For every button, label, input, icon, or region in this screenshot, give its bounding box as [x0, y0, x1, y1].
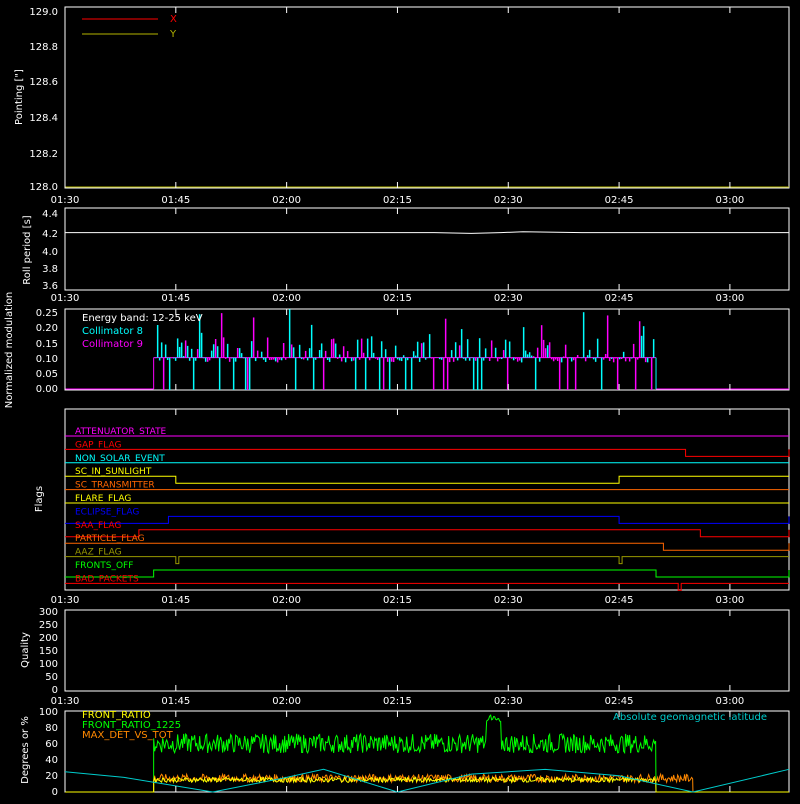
time-tick-label: 01:45 [161, 293, 190, 304]
roll-ytick: 4.2 [42, 229, 58, 240]
ratio-ylabel: Degrees or % [20, 716, 31, 784]
roll-ytick: 4.0 [42, 247, 58, 258]
time-tick-label: 02:00 [272, 696, 301, 707]
legend-x-label: X [170, 14, 177, 25]
time-tick-label: 01:45 [161, 696, 190, 707]
quality-ytick: 0 [52, 685, 58, 696]
time-tick-label: 01:30 [51, 293, 80, 304]
modulation-ytick: 0.15 [36, 339, 58, 350]
modulation-ytick: 0.10 [36, 354, 58, 365]
pointing-ytick: 129.0 [29, 7, 58, 18]
pointing-ytick: 128.4 [29, 113, 58, 124]
pointing-ytick: 128.0 [29, 182, 58, 193]
time-tick-label: 03:00 [715, 195, 744, 206]
time-tick-label: 01:30 [51, 696, 80, 707]
time-tick-label: 02:00 [272, 595, 301, 606]
pointing-ytick: 128.8 [29, 42, 58, 53]
time-tick-label: 02:15 [383, 696, 412, 707]
quality-ylabel: Quality [20, 632, 31, 668]
ratio-ytick: 60 [45, 739, 58, 750]
time-tick-label: 03:00 [715, 696, 744, 707]
time-tick-label: 02:15 [383, 195, 412, 206]
roll-ytick: 3.6 [42, 281, 58, 292]
roll-ytick: 4.4 [42, 209, 58, 220]
quality-ytick: 200 [39, 633, 58, 644]
time-tick-label: 02:00 [272, 195, 301, 206]
quality-ytick: 100 [39, 659, 58, 670]
quality-ytick: 150 [39, 646, 58, 657]
max-det-label: MAX_DET_VS_TOT [82, 730, 174, 741]
collimator-8-label: Collimator 8 [82, 326, 143, 337]
plot-canvas: Pointing ["] X Y 129.0 128.8 128.6 128.4… [0, 0, 800, 800]
time-tick-label: 02:30 [494, 696, 523, 707]
time-tick-label: 02:15 [383, 293, 412, 304]
roll-ylabel: Roll period [s] [22, 215, 33, 284]
energy-band-label: Energy band: 12-25 keV [82, 313, 203, 324]
pointing-ylabel: Pointing ["] [14, 69, 25, 125]
modulation-ytick: 0.25 [36, 308, 58, 319]
time-tick-label: 01:45 [161, 195, 190, 206]
time-tick-label: 03:00 [715, 595, 744, 606]
time-tick-label: 02:00 [272, 293, 301, 304]
quality-ytick: 50 [45, 672, 58, 683]
time-tick-label: 01:45 [161, 595, 190, 606]
rhessi-quicklook-plot: Pointing ["] X Y 129.0 128.8 128.6 128.4… [0, 0, 800, 800]
modulation-ytick: 0.00 [36, 384, 58, 395]
legend-y-label: Y [169, 29, 177, 40]
pointing-ytick: 128.6 [29, 77, 58, 88]
modulation-ytick: 0.20 [36, 323, 58, 334]
time-tick-label: 02:45 [605, 696, 634, 707]
modulation-ylabel: Normalized modulation [4, 292, 15, 409]
time-tick-label: 02:30 [494, 195, 523, 206]
ratio-ytick: 20 [45, 771, 58, 782]
geomag-latitude-label: Absolute geomagnetic latitude [613, 712, 767, 723]
time-tick-label: 02:15 [383, 595, 412, 606]
flag-label: FRONTS_OFF [75, 561, 133, 571]
time-tick-label: 02:45 [605, 293, 634, 304]
time-tick-label: 01:30 [51, 595, 80, 606]
collimator-9-label: Collimator 9 [82, 339, 143, 350]
roll-ytick: 3.8 [42, 264, 58, 275]
ratio-ytick: 40 [45, 755, 58, 766]
time-tick-label: 02:30 [494, 595, 523, 606]
ratio-ytick: 100 [39, 707, 58, 718]
quality-ytick: 300 [39, 607, 58, 618]
flag-label: ECLIPSE_FLAG [75, 507, 139, 517]
flags-ylabel: Flags [34, 486, 45, 512]
ratio-ytick: 80 [45, 723, 58, 734]
time-tick-label: 03:00 [715, 293, 744, 304]
time-tick-label: 02:30 [494, 293, 523, 304]
flag-label: SAA_FLAG [75, 521, 121, 531]
quality-ytick: 250 [39, 620, 58, 631]
modulation-ytick: 0.05 [36, 369, 58, 380]
time-tick-label: 02:45 [605, 595, 634, 606]
time-tick-label: 02:45 [605, 195, 634, 206]
time-tick-label: 01:30 [51, 195, 80, 206]
pointing-ytick: 128.2 [29, 149, 58, 160]
ratio-ytick: 0 [52, 787, 58, 798]
